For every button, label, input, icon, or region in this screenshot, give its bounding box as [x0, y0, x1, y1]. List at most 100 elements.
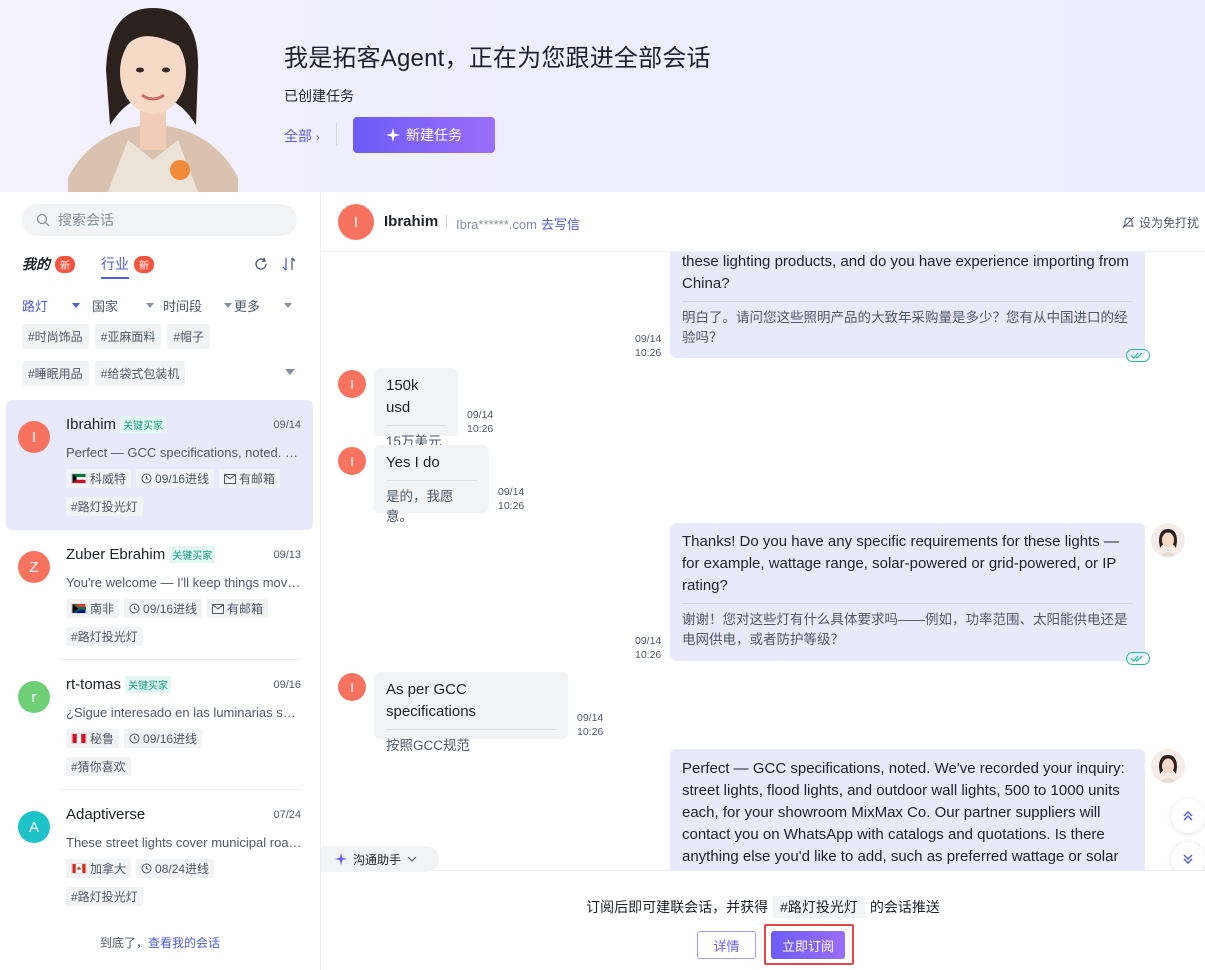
- message-bubble-outgoing: these lighting products, and do you have…: [670, 252, 1145, 358]
- filter-more[interactable]: 更多: [234, 296, 293, 315]
- search-input[interactable]: [58, 212, 278, 228]
- details-button[interactable]: 详情: [697, 931, 756, 959]
- message-date: 09/14: [577, 712, 604, 724]
- hero-subtitle: 已创建任务: [284, 88, 354, 104]
- assistant-label: 沟通助手: [353, 852, 402, 867]
- message-translation: 按照GCC规范: [386, 729, 556, 756]
- message-timestamp: 09/14 10:26: [635, 634, 661, 662]
- followup-tag: 09/16进线: [136, 469, 215, 488]
- filter-label: 时间段: [163, 299, 203, 314]
- filter-country[interactable]: 国家: [92, 296, 155, 315]
- conversation-name-row: Ibrahim 关键买家: [66, 416, 167, 433]
- refresh-icon[interactable]: [253, 256, 269, 272]
- filter-label: 更多: [234, 299, 261, 314]
- scroll-down-button[interactable]: [1171, 842, 1205, 870]
- new-badge: 新: [134, 255, 154, 273]
- message-timestamp: 09/14 10:26: [577, 711, 603, 739]
- divider: [336, 123, 337, 145]
- tab-mine[interactable]: 我的新: [22, 254, 75, 274]
- key-buyer-badge: 关键买家: [125, 676, 172, 693]
- divider: [446, 215, 447, 229]
- chip[interactable]: #亚麻面料: [94, 324, 162, 349]
- country-tag: 加拿大: [66, 859, 132, 878]
- subscribe-tag: #路灯投光灯: [773, 896, 865, 918]
- tab-industry[interactable]: 行业新: [101, 254, 154, 279]
- filter-period[interactable]: 时间段: [163, 296, 233, 315]
- message-text: As per GCC specifications: [386, 681, 477, 720]
- conversation-date: 09/13: [273, 549, 301, 561]
- list-end-note: 到底了，查看我的会话: [0, 934, 320, 951]
- tab-mine-label: 我的: [22, 256, 50, 272]
- message-text: 150k usd: [386, 377, 419, 416]
- chip[interactable]: #睡眠用品: [22, 361, 89, 386]
- conversation-date: 07/24: [273, 809, 301, 821]
- expand-chips-icon[interactable]: [285, 369, 295, 375]
- highlight-box: 立即订阅: [764, 924, 854, 965]
- industry-tag: #猜你喜欢: [66, 757, 131, 776]
- message-translation: 谢谢！您对这些灯有什么具体要求吗——例如，功率范围、太阳能供电还是电网供电，或者…: [682, 603, 1133, 650]
- chip[interactable]: #帽子: [167, 324, 211, 349]
- hero-title: 我是拓客Agent，正在为您跟进全部会话: [284, 45, 711, 72]
- kuwait-flag-icon: [71, 473, 87, 484]
- meta-tags: 加拿大 08/24进线: [66, 859, 215, 878]
- assistant-toggle[interactable]: 沟通助手: [321, 846, 439, 872]
- view-my-conversations-link[interactable]: 查看我的会话: [148, 936, 220, 950]
- read-receipt-icon: [1126, 652, 1150, 665]
- message-time: 10:26: [635, 347, 662, 359]
- new-task-label: 新建任务: [406, 127, 462, 143]
- contact-avatar: I: [338, 204, 374, 240]
- conversation-item[interactable]: Z Zuber Ebrahim 关键买家 09/13 You're welcome…: [6, 530, 313, 660]
- mail-icon: [224, 473, 237, 484]
- message-translation: 明白了。请问您这些照明产品的大致年采购量是多少？您有从中国进口的经验吗？: [682, 301, 1133, 348]
- double-chevron-down-icon: [1183, 854, 1193, 864]
- avatar: I: [18, 421, 50, 453]
- conversation-item[interactable]: I Ibrahim 关键买家 09/14 Perfect — GCC specif…: [6, 400, 313, 530]
- contact-email-row: Ibra******.com 去写信: [456, 214, 580, 233]
- contact-avatar: I: [338, 673, 366, 701]
- avatar: Z: [18, 551, 50, 583]
- all-tasks-link[interactable]: 全部 ›: [284, 126, 320, 146]
- caret-down-icon: [146, 303, 155, 308]
- conversation-item[interactable]: A Adaptiverse 07/24 These street lights …: [6, 790, 313, 920]
- message-time: 10:26: [635, 649, 662, 661]
- message-preview: You're welcome — I'll keep things moving…: [66, 575, 302, 590]
- caret-down-icon: [284, 303, 293, 308]
- prompt-text: 订阅后即可建联会话，并获得: [586, 899, 769, 915]
- do-not-disturb-button[interactable]: 设为免打扰: [1122, 214, 1199, 231]
- followup-label: 09/16进线: [143, 602, 198, 616]
- hero-banner: 我是拓客Agent，正在为您跟进全部会话 已创建任务 全部 › 新建任务: [0, 0, 1205, 192]
- filter-streetlight[interactable]: 路灯: [22, 296, 81, 315]
- write-email-link[interactable]: 去写信: [541, 217, 580, 232]
- conversation-name-row: rt-tomas 关键买家: [66, 676, 172, 693]
- list-end-text: 到底了，: [99, 936, 148, 950]
- chevron-down-icon: [407, 856, 417, 862]
- sort-icon[interactable]: [281, 256, 297, 272]
- mailbox-label: 有邮箱: [227, 602, 264, 616]
- scroll-up-button[interactable]: [1171, 799, 1205, 833]
- new-task-button[interactable]: 新建任务: [353, 117, 495, 153]
- filter-bar: 路灯 国家 时间段 更多: [22, 296, 302, 314]
- search-box[interactable]: [22, 204, 297, 236]
- message-preview: These street lights cover municipal road…: [66, 835, 302, 850]
- caret-down-icon: [72, 303, 81, 308]
- subscribe-prompt: 订阅后即可建联会话，并获得 #路灯投光灯 的会话推送: [321, 896, 1205, 918]
- tab-bar: 我的新 行业新: [22, 254, 302, 279]
- message-text: these lighting products, and do you have…: [682, 253, 1129, 292]
- message-date: 09/14: [467, 409, 494, 421]
- chip[interactable]: #时尚饰品: [22, 324, 89, 349]
- mailbox-tag: 有邮箱: [219, 469, 281, 488]
- chat-header: I Ibrahim Ibra******.com 去写信 设为免打扰: [321, 192, 1205, 252]
- chip[interactable]: #给袋式包装机: [94, 361, 186, 386]
- sparkle-icon: [335, 853, 347, 865]
- country-label: 南非: [90, 602, 115, 616]
- clock-icon: [129, 733, 140, 744]
- subscribe-button[interactable]: 立即订阅: [771, 931, 845, 959]
- followup-label: 08/24进线: [155, 862, 210, 876]
- conversation-name-row: Zuber Ebrahim 关键买家: [66, 546, 216, 563]
- dnd-label: 设为免打扰: [1138, 216, 1199, 230]
- message-date: 09/14: [635, 333, 662, 345]
- conversation-item[interactable]: r rt-tomas 关键买家 09/16 ¿Sigue interesado e…: [6, 660, 313, 790]
- followup-tag: 08/24进线: [136, 859, 215, 878]
- contact-avatar: I: [338, 370, 366, 398]
- message-timestamp: 09/14 10:26: [467, 408, 493, 436]
